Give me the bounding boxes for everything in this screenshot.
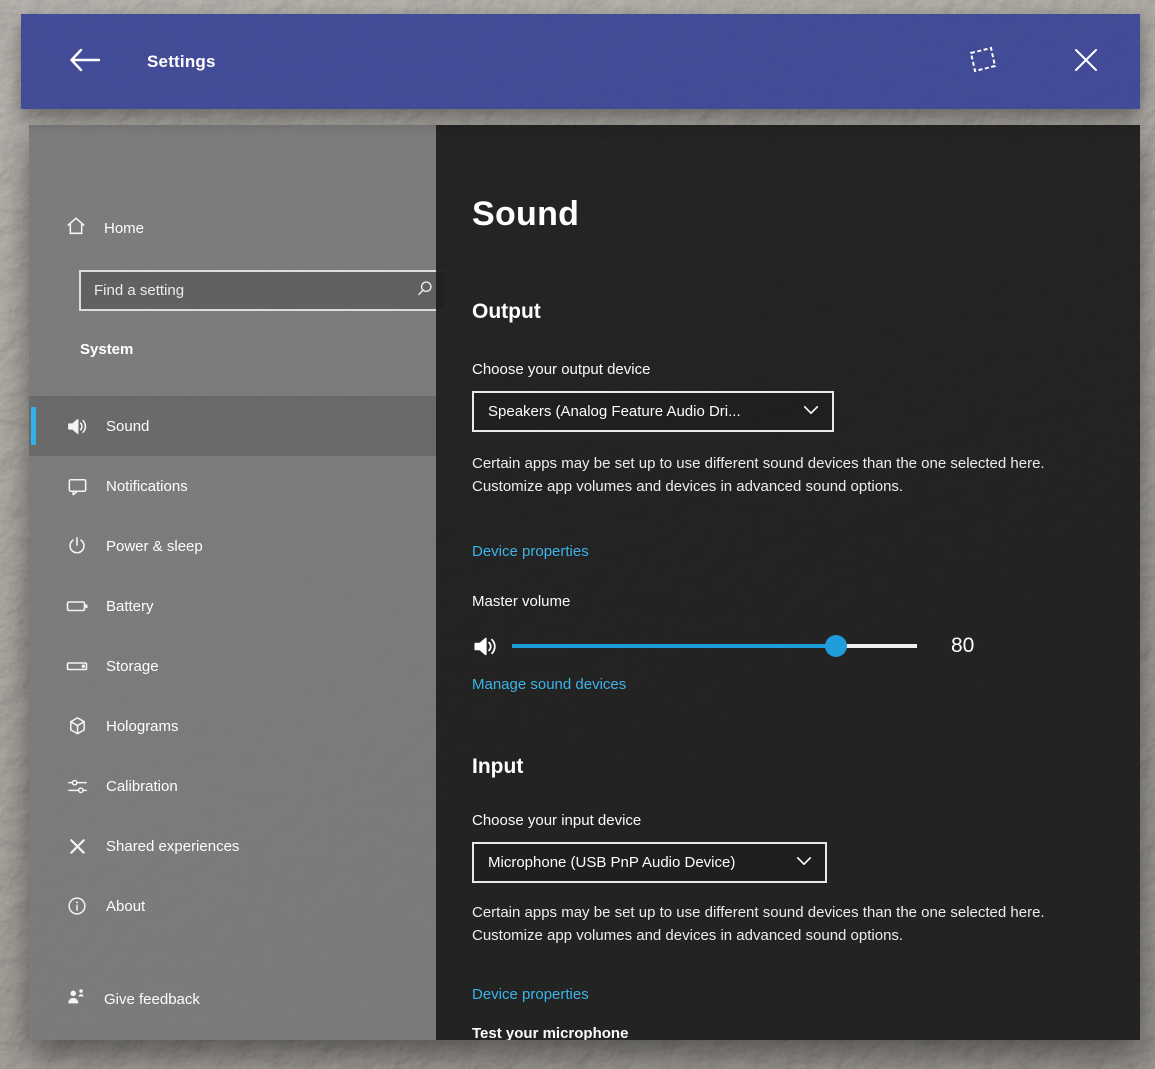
follow-window-button[interactable]	[954, 34, 1010, 90]
sidebar-item-give-feedback[interactable]: Give feedback	[29, 975, 436, 1023]
sidebar-item-label: Power & sleep	[106, 538, 203, 555]
sidebar-item-power-sleep[interactable]: Power & sleep	[29, 516, 436, 576]
back-arrow-icon	[67, 45, 103, 78]
sidebar-item-storage[interactable]: Storage	[29, 636, 436, 696]
sidebar-section-system: System	[80, 341, 133, 358]
sidebar-item-battery[interactable]: Battery	[29, 576, 436, 636]
content-panel: Sound Output Choose your output device S…	[436, 125, 1140, 1040]
search-box	[79, 270, 447, 311]
manage-sound-devices-link[interactable]: Manage sound devices	[472, 676, 626, 693]
output-device-properties-link[interactable]: Device properties	[472, 543, 589, 560]
volume-slider[interactable]	[512, 635, 917, 657]
search-icon	[415, 278, 435, 303]
input-section-title: Input	[472, 755, 523, 779]
sidebar-item-shared-experiences[interactable]: Shared experiences	[29, 816, 436, 876]
sidebar-item-label: Holograms	[106, 718, 179, 735]
settings-window: Home System Sound	[29, 125, 1140, 1040]
close-icon	[1070, 44, 1102, 79]
page-title: Sound	[472, 195, 579, 234]
sidebar: Home System Sound	[29, 125, 436, 1040]
input-device-properties-link[interactable]: Device properties	[472, 986, 589, 1003]
notifications-icon	[65, 474, 89, 498]
master-volume-row: 80	[472, 628, 1032, 664]
back-button[interactable]	[57, 34, 113, 90]
storage-icon	[65, 654, 89, 678]
sidebar-item-label: Storage	[106, 658, 159, 675]
titlebar: Settings	[21, 14, 1140, 109]
input-device-value: Microphone (USB PnP Audio Device)	[488, 854, 795, 871]
sidebar-item-calibration[interactable]: Calibration	[29, 756, 436, 816]
sidebar-item-label: About	[106, 898, 145, 915]
app-title: Settings	[147, 52, 216, 72]
output-section-title: Output	[472, 300, 541, 324]
sidebar-nav: Sound Notifications Power & sleep	[29, 396, 436, 936]
output-description: Certain apps may be set up to use differ…	[472, 453, 1046, 499]
sidebar-item-label: Notifications	[106, 478, 188, 495]
follow-window-icon	[964, 43, 1000, 80]
input-device-dropdown[interactable]: Microphone (USB PnP Audio Device)	[472, 842, 827, 883]
output-device-dropdown[interactable]: Speakers (Analog Feature Audio Dri...	[472, 391, 834, 432]
sidebar-item-label: Home	[104, 220, 144, 237]
input-device-label: Choose your input device	[472, 812, 641, 829]
search-input[interactable]	[94, 282, 415, 299]
sidebar-item-label: Calibration	[106, 778, 178, 795]
volume-icon	[472, 633, 502, 660]
calibration-icon	[65, 774, 89, 798]
sidebar-item-label: Shared experiences	[106, 838, 239, 855]
about-icon	[65, 894, 89, 918]
holograms-icon	[65, 714, 89, 738]
chevron-down-icon	[795, 854, 813, 872]
output-device-label: Choose your output device	[472, 361, 650, 378]
volume-slider-fill	[512, 644, 836, 648]
home-icon	[65, 215, 87, 241]
input-description: Certain apps may be set up to use differ…	[472, 902, 1046, 948]
sidebar-item-label: Give feedback	[104, 991, 200, 1008]
sidebar-item-about[interactable]: About	[29, 876, 436, 936]
feedback-icon	[65, 986, 87, 1012]
sidebar-item-notifications[interactable]: Notifications	[29, 456, 436, 516]
battery-icon	[65, 594, 89, 618]
speaker-icon	[65, 414, 89, 438]
sidebar-item-home[interactable]: Home	[29, 205, 436, 251]
output-device-value: Speakers (Analog Feature Audio Dri...	[488, 403, 802, 420]
volume-value: 80	[951, 634, 974, 658]
close-button[interactable]	[1058, 34, 1114, 90]
sidebar-item-holograms[interactable]: Holograms	[29, 696, 436, 756]
volume-slider-thumb[interactable]	[825, 635, 847, 657]
test-microphone-label: Test your microphone	[472, 1025, 628, 1040]
shared-experiences-icon	[65, 834, 89, 858]
chevron-down-icon	[802, 403, 820, 421]
sidebar-item-label: Sound	[106, 418, 149, 435]
sidebar-item-label: Battery	[106, 598, 154, 615]
master-volume-label: Master volume	[472, 593, 570, 610]
power-icon	[65, 534, 89, 558]
sidebar-item-sound[interactable]: Sound	[29, 396, 436, 456]
